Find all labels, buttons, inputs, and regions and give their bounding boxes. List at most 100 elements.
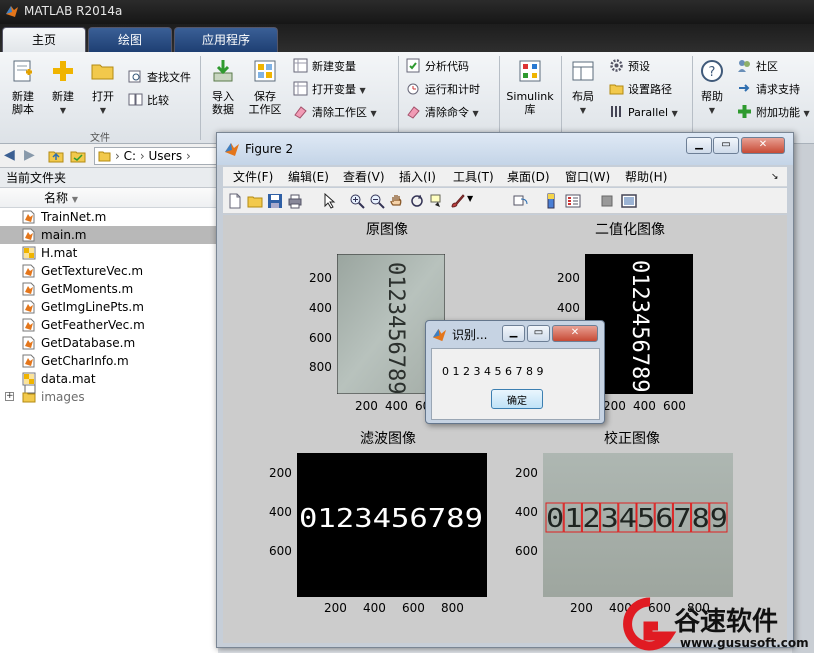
menu-tools[interactable]: 工具(T)	[453, 169, 494, 185]
new-figure-icon[interactable]	[227, 193, 243, 209]
print-icon[interactable]	[287, 193, 303, 209]
menu-desktop[interactable]: 桌面(D)	[507, 169, 550, 185]
file-row[interactable]: GetImgLinePts.m	[0, 298, 218, 316]
ok-button[interactable]: 确定	[491, 389, 543, 409]
show-tools-icon[interactable]	[621, 193, 637, 209]
column-header-name[interactable]: 名称 ▼	[0, 188, 218, 394]
brush-icon[interactable]	[449, 193, 465, 209]
corrected-image: 0123456789	[543, 453, 733, 597]
pointer-icon[interactable]	[321, 193, 337, 209]
m-file-icon	[22, 318, 35, 332]
zoom-in-icon[interactable]	[349, 193, 365, 209]
forward-icon[interactable]: ▶	[24, 147, 35, 163]
close-button[interactable]: ✕	[741, 137, 785, 154]
browse-folder-icon[interactable]	[70, 148, 86, 164]
expand-icon[interactable]: +	[5, 392, 14, 401]
preferences-button[interactable]: 预设	[609, 58, 650, 76]
chevron-down-icon: ▼	[370, 109, 377, 118]
file-row[interactable]: H.mat	[0, 244, 218, 262]
file-name: H.mat	[41, 246, 78, 260]
y-tick: 200	[557, 271, 580, 285]
hide-tools-icon[interactable]	[599, 193, 615, 209]
simulink-library-button[interactable]: Simulink 库	[504, 58, 556, 116]
dialog-close-button[interactable]: ✕	[552, 325, 598, 342]
new-variable-button[interactable]: 新建变量	[293, 58, 356, 76]
zoom-out-icon[interactable]	[369, 193, 385, 209]
x-tick: 800	[441, 601, 464, 615]
open-variable-button[interactable]: 打开变量 ▼	[293, 81, 366, 99]
file-row[interactable]: data.mat	[0, 370, 218, 388]
run-and-time-button[interactable]: 运行和计时	[406, 81, 480, 99]
colorbar-icon[interactable]	[543, 193, 559, 209]
up-folder-icon[interactable]	[48, 148, 64, 164]
current-folder-path[interactable]: › C: › Users ›	[94, 147, 224, 165]
tab-home[interactable]: 主页	[2, 27, 86, 52]
path-segment-drive[interactable]: C:	[124, 149, 136, 163]
recognition-dialog[interactable]: 识别... ▁ ▭ ✕ 0 1 2 3 4 5 6 7 8 9 确定	[425, 320, 605, 424]
figure-title-bar[interactable]: Figure 2 ▁ ▭ ✕	[217, 133, 793, 165]
pan-hand-icon[interactable]	[389, 193, 405, 209]
rotate-3d-icon[interactable]	[409, 193, 425, 209]
figure-canvas[interactable]: 原图像 0123456789 200 400 600 800 200 400 6…	[223, 215, 787, 643]
open-file-icon[interactable]	[247, 193, 263, 209]
file-row[interactable]: main.m	[0, 226, 218, 244]
compare-button[interactable]: 比较	[128, 92, 169, 110]
tab-plots[interactable]: 绘图	[88, 27, 172, 52]
add-ons-button[interactable]: 附加功能 ▼	[737, 104, 810, 122]
menu-view[interactable]: 查看(V)	[343, 169, 385, 185]
mat-file-icon	[22, 372, 36, 386]
window-title: MATLAB R2014a	[24, 4, 123, 18]
chevron-down-icon[interactable]: ▼	[467, 194, 473, 203]
matlab-logo-icon	[432, 328, 447, 342]
x-tick: 200	[324, 601, 347, 615]
file-name: GetImgLinePts.m	[41, 300, 144, 314]
maximize-button[interactable]: ▭	[713, 137, 739, 154]
m-file-icon	[22, 336, 35, 350]
layout-button[interactable]: 布局 ▼	[566, 58, 600, 117]
set-path-button[interactable]: 设置路径	[609, 81, 672, 99]
menu-edit[interactable]: 编辑(E)	[288, 169, 329, 185]
import-data-label: 导入 数据	[212, 90, 234, 116]
set-path-label: 设置路径	[628, 83, 672, 96]
clear-commands-button[interactable]: 清除命令 ▼	[406, 104, 479, 122]
save-icon[interactable]	[267, 193, 283, 209]
file-row[interactable]: GetCharInfo.m	[0, 352, 218, 370]
new-script-button[interactable]: 新建 脚本	[6, 58, 40, 116]
path-segment-users[interactable]: Users	[149, 149, 183, 163]
x-tick: 400	[363, 601, 386, 615]
community-button[interactable]: 社区	[737, 58, 778, 76]
menu-window[interactable]: 窗口(W)	[565, 169, 610, 185]
folder-icon	[22, 392, 36, 403]
file-row[interactable]: GetFeatherVec.m	[0, 316, 218, 334]
parallel-button[interactable]: Parallel ▼	[609, 104, 678, 122]
simulink-icon	[519, 60, 541, 82]
save-workspace-button[interactable]: 保存 工作区	[246, 58, 284, 116]
file-row[interactable]: GetTextureVec.m	[0, 262, 218, 280]
menu-insert[interactable]: 插入(I)	[399, 169, 436, 185]
clear-workspace-button[interactable]: 清除工作区 ▼	[293, 104, 377, 122]
menu-overflow-icon[interactable]: ↘	[771, 169, 779, 185]
menu-help[interactable]: 帮助(H)	[625, 169, 667, 185]
y-tick: 600	[309, 331, 332, 345]
data-cursor-icon[interactable]	[429, 193, 445, 209]
help-button[interactable]: ? 帮助 ▼	[696, 58, 728, 117]
import-data-button[interactable]: 导入 数据	[205, 58, 241, 116]
m-file-icon	[22, 264, 35, 278]
analyze-code-button[interactable]: 分析代码	[406, 58, 469, 76]
find-files-button[interactable]: 查找文件	[128, 69, 191, 87]
minimize-button[interactable]: ▁	[686, 137, 712, 154]
file-row[interactable]: GetMoments.m	[0, 280, 218, 298]
back-icon[interactable]: ◀	[4, 147, 15, 163]
folder-row[interactable]: + images	[0, 388, 218, 406]
tab-apps[interactable]: 应用程序	[174, 27, 278, 52]
menu-file[interactable]: 文件(F)	[233, 169, 273, 185]
file-row[interactable]: TrainNet.m	[0, 208, 218, 226]
dialog-maximize-button[interactable]: ▭	[527, 325, 550, 342]
new-button[interactable]: 新建 ▼	[46, 58, 80, 117]
legend-icon[interactable]	[565, 193, 581, 209]
dialog-minimize-button[interactable]: ▁	[502, 325, 525, 342]
open-button[interactable]: 打开 ▼	[86, 58, 120, 117]
file-row[interactable]: GetDatabase.m	[0, 334, 218, 352]
link-plot-icon[interactable]	[513, 193, 529, 209]
request-support-button[interactable]: 请求支持	[737, 81, 800, 99]
